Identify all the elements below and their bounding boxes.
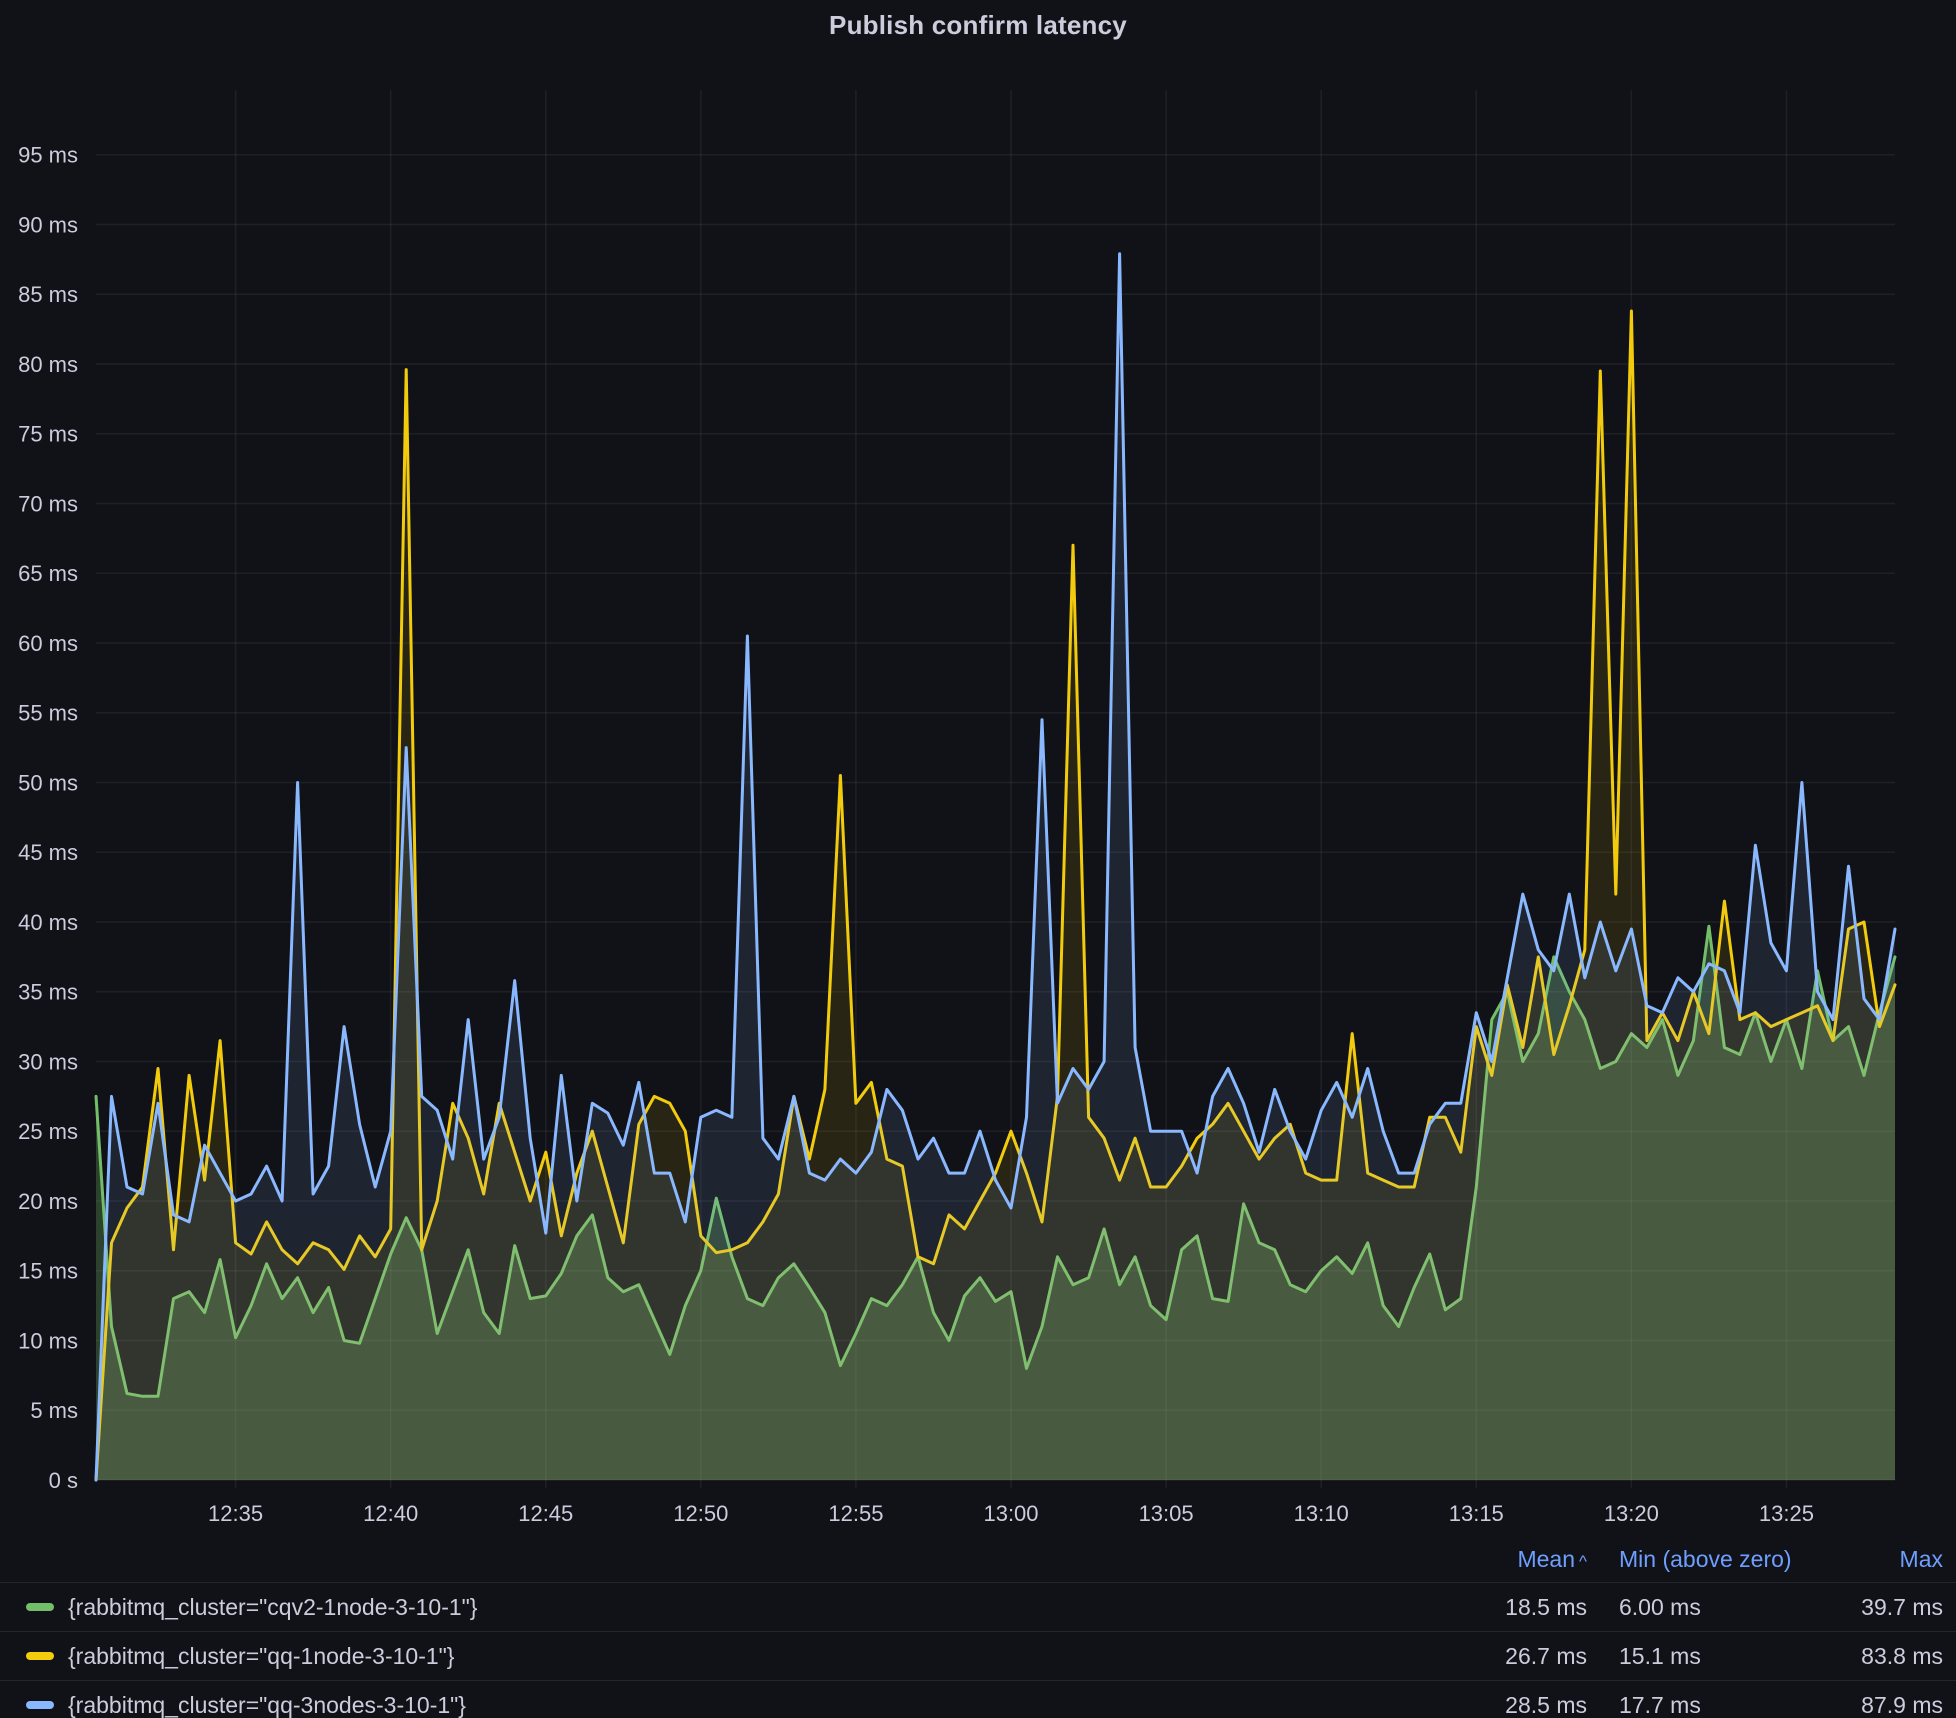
legend-series-label: {rabbitmq_cluster="qq-1node-3-10-1"}	[26, 1643, 1437, 1670]
y-tick-label: 35 ms	[18, 980, 78, 1005]
x-tick-label: 12:55	[828, 1501, 883, 1526]
series-name: {rabbitmq_cluster="cqv2-1node-3-10-1"}	[68, 1594, 478, 1621]
stat-min-above-zero: 6.00 ms	[1587, 1594, 1823, 1621]
y-tick-label: 55 ms	[18, 701, 78, 726]
x-tick-label: 13:25	[1759, 1501, 1814, 1526]
series-name: {rabbitmq_cluster="qq-1node-3-10-1"}	[68, 1643, 455, 1670]
y-tick-label: 20 ms	[18, 1189, 78, 1214]
stat-max: 83.8 ms	[1823, 1643, 1943, 1670]
x-tick-label: 13:00	[983, 1501, 1038, 1526]
series-color-swatch-icon	[26, 1701, 54, 1709]
stat-max: 87.9 ms	[1823, 1692, 1943, 1718]
x-tick-label: 13:10	[1294, 1501, 1349, 1526]
legend-sort-min[interactable]: Min (above zero)	[1587, 1546, 1823, 1573]
stat-min-above-zero: 15.1 ms	[1587, 1643, 1823, 1670]
panel-title[interactable]: Publish confirm latency	[0, 10, 1956, 41]
y-tick-label: 60 ms	[18, 631, 78, 656]
x-tick-label: 12:35	[208, 1501, 263, 1526]
y-tick-label: 30 ms	[18, 1049, 78, 1074]
legend-series-label: {rabbitmq_cluster="cqv2-1node-3-10-1"}	[26, 1594, 1437, 1621]
y-tick-label: 50 ms	[18, 770, 78, 795]
legend-header-mean-label: Mean	[1517, 1546, 1575, 1572]
y-tick-label: 25 ms	[18, 1119, 78, 1144]
legend-rows: {rabbitmq_cluster="cqv2-1node-3-10-1"} 18…	[0, 1583, 1956, 1718]
x-tick-label: 12:45	[518, 1501, 573, 1526]
x-tick-label: 13:20	[1604, 1501, 1659, 1526]
grafana-panel: 0 s 5 ms 10 ms 15 ms 20 ms 25 ms 30 ms 35 ms 40 …	[0, 0, 1956, 1718]
legend-row-1[interactable]: {rabbitmq_cluster="qq-1node-3-10-1"} 26.7…	[0, 1632, 1956, 1681]
y-tick-label: 70 ms	[18, 491, 78, 516]
x-axis-labels: 12:35 12:40 12:45 12:50 12:55 13:00 13:05 13:10…	[208, 1501, 1814, 1526]
y-axis-labels: 0 s 5 ms 10 ms 15 ms 20 ms 25 ms 30 ms 35 ms 40 …	[18, 143, 78, 1493]
series-color-swatch-icon	[26, 1603, 54, 1611]
y-tick-label: 95 ms	[18, 143, 78, 168]
y-tick-label: 65 ms	[18, 561, 78, 586]
y-tick-label: 45 ms	[18, 840, 78, 865]
x-tick-label: 12:50	[673, 1501, 728, 1526]
stat-min-above-zero: 17.7 ms	[1587, 1692, 1823, 1718]
y-tick-label: 0 s	[49, 1468, 78, 1493]
x-tick-label: 13:05	[1139, 1501, 1194, 1526]
stat-mean: 26.7 ms	[1437, 1643, 1587, 1670]
legend-table: Mean^ Min (above zero) Max {rabbitmq_clu…	[0, 1536, 1956, 1718]
legend-row-0[interactable]: {rabbitmq_cluster="cqv2-1node-3-10-1"} 18…	[0, 1583, 1956, 1632]
y-tick-label: 80 ms	[18, 352, 78, 377]
legend-header: Mean^ Min (above zero) Max	[0, 1536, 1956, 1583]
timeseries-chart[interactable]: 0 s 5 ms 10 ms 15 ms 20 ms 25 ms 30 ms 35 ms 40 …	[0, 0, 1956, 1536]
x-tick-label: 12:40	[363, 1501, 418, 1526]
series-color-swatch-icon	[26, 1652, 54, 1660]
y-tick-label: 40 ms	[18, 910, 78, 935]
series-name: {rabbitmq_cluster="qq-3nodes-3-10-1"}	[68, 1692, 466, 1718]
y-tick-label: 75 ms	[18, 422, 78, 447]
y-tick-label: 10 ms	[18, 1328, 78, 1353]
stat-mean: 28.5 ms	[1437, 1692, 1587, 1718]
stat-max: 39.7 ms	[1823, 1594, 1943, 1621]
sort-ascending-caret-icon: ^	[1579, 1552, 1587, 1571]
legend-row-2[interactable]: {rabbitmq_cluster="qq-3nodes-3-10-1"} 28.…	[0, 1681, 1956, 1718]
legend-sort-mean[interactable]: Mean^	[1437, 1546, 1587, 1573]
y-tick-label: 5 ms	[30, 1398, 78, 1423]
stat-mean: 18.5 ms	[1437, 1594, 1587, 1621]
legend-sort-max[interactable]: Max	[1823, 1546, 1943, 1573]
y-tick-label: 90 ms	[18, 212, 78, 237]
x-tick-label: 13:15	[1449, 1501, 1504, 1526]
y-tick-label: 15 ms	[18, 1259, 78, 1284]
legend-series-label: {rabbitmq_cluster="qq-3nodes-3-10-1"}	[26, 1692, 1437, 1718]
y-tick-label: 85 ms	[18, 282, 78, 307]
